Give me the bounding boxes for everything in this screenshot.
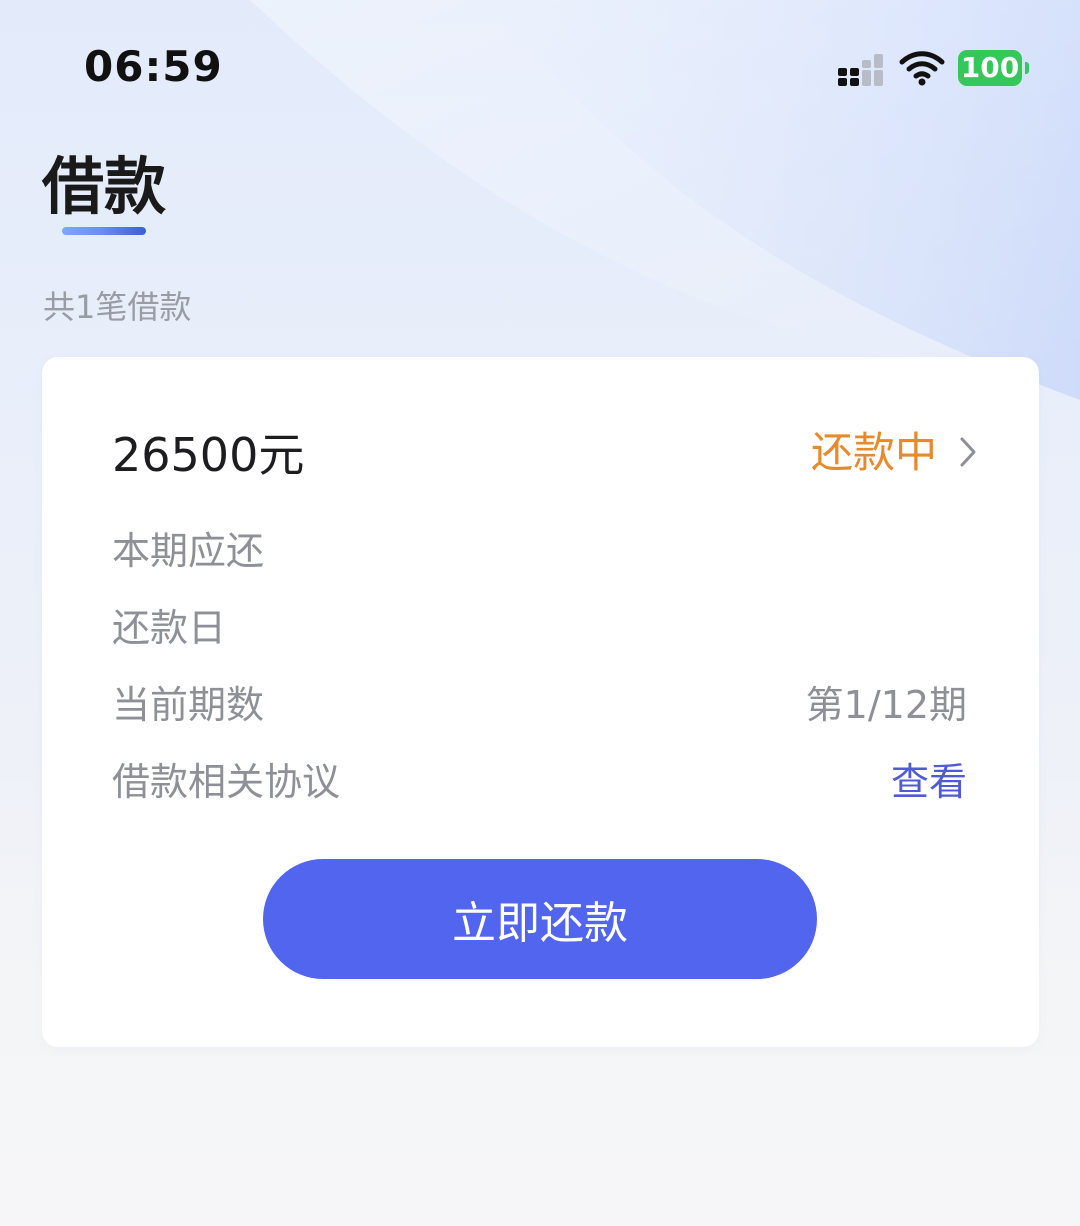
cellular-signal-icon	[838, 54, 883, 86]
row-current-period: 当前期数 第1/12期	[112, 674, 967, 727]
title-underline	[62, 227, 146, 235]
page-title: 借款	[42, 150, 167, 223]
row-label: 还款日	[112, 606, 227, 650]
repay-now-button[interactable]: 立即还款	[263, 859, 817, 979]
row-current-due: 本期应还	[112, 520, 967, 573]
loan-count-text: 共1笔借款	[43, 288, 192, 326]
row-label: 当前期数	[112, 683, 265, 727]
loan-amount: 26500元	[112, 428, 305, 482]
view-agreements-link[interactable]: 查看	[891, 751, 967, 806]
loan-status-link[interactable]: 还款中	[811, 419, 977, 480]
row-label: 本期应还	[112, 529, 265, 573]
chevron-right-icon	[960, 437, 976, 466]
loan-status-text: 还款中	[810, 428, 937, 477]
wifi-icon	[899, 51, 945, 86]
status-time: 06:59	[84, 42, 223, 91]
row-label: 借款相关协议	[112, 760, 341, 804]
battery-indicator: 100	[958, 50, 1022, 86]
battery-cap	[1025, 62, 1029, 74]
row-repayment-date: 还款日	[112, 597, 967, 650]
loan-card: 26500元 还款中 本期应还 还款日 当前期数 第1/12期 借款相关协议 查…	[42, 357, 1039, 1047]
row-value: 第1/12期	[805, 683, 967, 727]
row-loan-agreements: 借款相关协议 查看	[112, 751, 967, 804]
status-bar: 06:59 100	[0, 0, 1080, 130]
